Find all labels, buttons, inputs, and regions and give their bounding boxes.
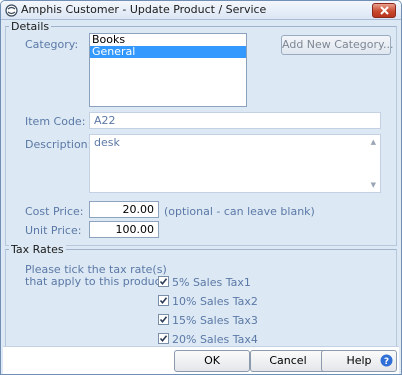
category-listbox[interactable]: Books General	[89, 33, 247, 107]
tax4-checkbox[interactable]	[158, 333, 169, 344]
update-product-dialog: Amphis Customer - Update Product / Servi…	[0, 0, 402, 375]
tax3-checkbox[interactable]	[158, 314, 169, 325]
tax4-label[interactable]: 20% Sales Tax4	[172, 333, 258, 346]
description-field[interactable]: desk ▲ ▼	[89, 134, 381, 193]
cost-price-field[interactable]: 20.00	[89, 201, 159, 218]
close-button[interactable]	[372, 3, 396, 18]
window-title: Amphis Customer - Update Product / Servi…	[21, 3, 267, 16]
scroll-down-arrow-icon[interactable]: ▼	[371, 181, 376, 189]
tax-rates-group-label: Tax Rates	[9, 243, 66, 256]
tax-instruction-line2: that apply to this product	[25, 275, 166, 288]
dialog-body: Details Category: Books General Add New …	[3, 20, 399, 374]
checkmark-icon	[159, 335, 168, 343]
cost-price-label: Cost Price:	[25, 205, 84, 218]
unit-price-label: Unit Price:	[25, 224, 82, 237]
help-button-label: Help	[346, 354, 372, 367]
button-bar: OK Cancel Help ?	[3, 346, 399, 374]
svg-text:?: ?	[384, 357, 389, 367]
description-label: Description:	[25, 138, 92, 151]
app-logo-icon	[5, 4, 18, 17]
tax1-label[interactable]: 5% Sales Tax1	[172, 276, 251, 289]
checkmark-icon	[159, 278, 168, 286]
add-new-category-button[interactable]: Add New Category...	[281, 35, 393, 55]
title-bar[interactable]: Amphis Customer - Update Product / Servi…	[1, 1, 401, 20]
item-code-label: Item Code:	[25, 115, 86, 128]
description-text: desk	[94, 136, 120, 149]
scroll-up-arrow-icon[interactable]: ▲	[371, 138, 376, 146]
ok-button[interactable]: OK	[174, 350, 250, 372]
details-group-label: Details	[9, 20, 52, 33]
tax2-checkbox[interactable]	[158, 295, 169, 306]
checkmark-icon	[159, 316, 168, 324]
cancel-button[interactable]: Cancel	[250, 350, 326, 372]
tax1-checkbox[interactable]	[158, 276, 169, 287]
category-item-general[interactable]: General	[90, 46, 246, 58]
tax2-label[interactable]: 10% Sales Tax2	[172, 295, 258, 308]
help-button[interactable]: Help ?	[321, 350, 397, 372]
tax3-label[interactable]: 15% Sales Tax3	[172, 314, 258, 327]
unit-price-field[interactable]: 100.00	[89, 221, 159, 238]
checkmark-icon	[159, 297, 168, 305]
item-code-field[interactable]: A22	[89, 112, 381, 129]
category-label: Category:	[25, 38, 79, 51]
close-icon	[380, 6, 389, 15]
cost-price-hint: (optional - can leave blank)	[164, 205, 315, 218]
help-icon: ?	[380, 354, 393, 367]
